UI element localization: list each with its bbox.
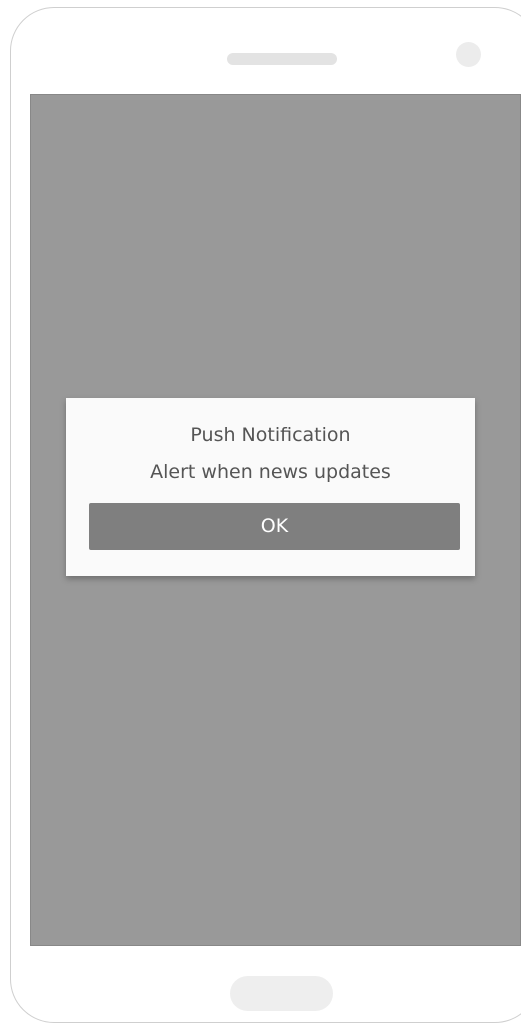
ok-button[interactable]: OK xyxy=(89,503,460,550)
dialog-title: Push Notification xyxy=(190,424,351,446)
front-camera xyxy=(456,42,481,67)
push-notification-dialog: Push Notification Alert when news update… xyxy=(66,398,475,576)
home-button[interactable] xyxy=(230,976,333,1011)
dialog-message: Alert when news updates xyxy=(150,461,391,483)
speaker-grille xyxy=(227,53,337,65)
